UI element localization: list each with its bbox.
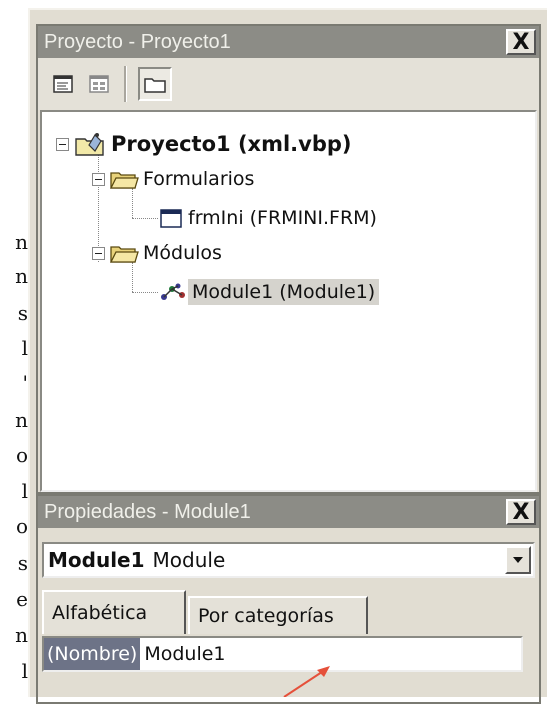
ide-window-frame: Proyecto - Proyecto1 X Proyecto1 (xml.vb… <box>28 8 547 704</box>
tab-label: Alfabética <box>52 602 148 624</box>
tab-alphabetic[interactable]: Alfabética <box>42 590 186 634</box>
edge-char: n <box>15 623 28 647</box>
object-type: Module <box>152 548 226 572</box>
edge-char: s <box>17 301 28 325</box>
chevron-down-icon <box>513 557 523 563</box>
project-icon <box>75 133 104 156</box>
folder-open-icon <box>109 246 139 263</box>
edge-char: s <box>17 551 28 575</box>
toggle-folders-button[interactable] <box>138 67 172 101</box>
close-icon: X <box>512 29 530 55</box>
view-code-icon <box>53 75 73 93</box>
edge-char: e <box>16 587 28 611</box>
tree-line <box>132 292 158 293</box>
edge-char: n <box>15 230 28 254</box>
tree-item-label: Módulos <box>143 242 222 264</box>
view-object-icon <box>89 75 109 93</box>
project-explorer-titlebar[interactable]: Proyecto - Proyecto1 <box>38 26 539 58</box>
cropped-text-column: n n s l ' n o l o s e n l <box>0 0 28 697</box>
tab-label: Por categorías <box>198 605 334 627</box>
tree-item-label: Module1 (Module1) <box>188 279 380 305</box>
property-value[interactable]: Module1 <box>140 643 225 665</box>
tree-item-form-frmini[interactable]: frmIni (FRMINI.FRM) <box>158 202 381 234</box>
tab-categories[interactable]: Por categorías <box>188 596 368 634</box>
edge-char: n <box>15 264 28 288</box>
form-icon <box>160 209 182 228</box>
tree-item-modules-folder[interactable]: Módulos <box>92 237 226 269</box>
folder-open-icon <box>109 172 139 189</box>
tree-item-forms-folder[interactable]: Formularios <box>92 163 258 195</box>
project-tree: Proyecto1 (xml.vbp) Formularios frmIni (… <box>40 110 537 492</box>
object-selector[interactable]: Module1 Module <box>42 542 535 578</box>
properties-title: Propiedades - Module1 <box>44 500 251 523</box>
project-explorer-toolbar <box>38 58 539 110</box>
annotation-arrow <box>283 666 330 697</box>
tree-item-label: Formularios <box>143 168 255 190</box>
view-object-button[interactable] <box>84 69 114 99</box>
properties-titlebar[interactable]: Propiedades - Module1 <box>38 496 539 528</box>
collapse-icon[interactable] <box>92 246 105 260</box>
tree-item-project[interactable]: Proyecto1 (xml.vbp) <box>56 128 356 160</box>
project-explorer-panel: Proyecto - Proyecto1 X Proyecto1 (xml.vb… <box>36 24 541 494</box>
tree-item-label: frmIni (FRMINI.FRM) <box>188 207 377 229</box>
module-icon <box>161 283 185 300</box>
tree-item-module1[interactable]: Module1 (Module1) <box>158 276 380 308</box>
dropdown-button[interactable] <box>505 546 531 574</box>
project-explorer-close-button[interactable]: X <box>506 29 536 55</box>
properties-close-button[interactable]: X <box>506 499 536 525</box>
view-code-button[interactable] <box>48 69 78 99</box>
folder-icon <box>144 78 166 93</box>
collapse-icon[interactable] <box>92 172 105 186</box>
close-icon: X <box>512 499 530 525</box>
project-explorer-title: Proyecto - Proyecto1 <box>44 30 231 53</box>
property-name: (Nombre) <box>44 638 141 670</box>
tree-item-label: Proyecto1 (xml.vbp) <box>111 132 352 156</box>
tree-line <box>132 218 158 219</box>
toolbar-separator <box>124 66 127 102</box>
edge-char: n <box>15 408 28 432</box>
object-name: Module1 <box>48 548 145 572</box>
collapse-icon[interactable] <box>56 137 69 151</box>
edge-char: o <box>15 443 28 467</box>
edge-char: o <box>15 514 28 538</box>
